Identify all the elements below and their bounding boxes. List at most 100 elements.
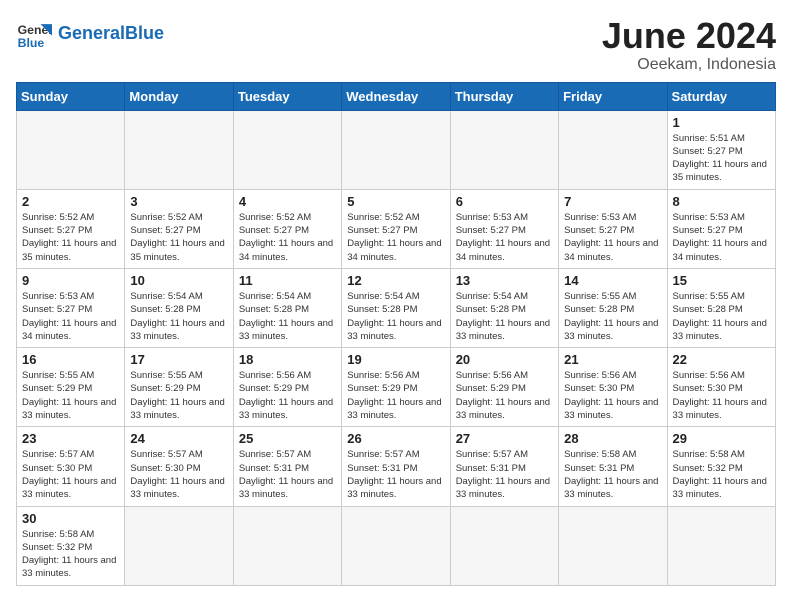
table-row: 17 Sunrise: 5:55 AMSunset: 5:29 PMDaylig…	[125, 348, 233, 427]
table-row: 22 Sunrise: 5:56 AMSunset: 5:30 PMDaylig…	[667, 348, 775, 427]
day-number: 14	[564, 273, 661, 288]
title-area: June 2024 Oeekam, Indonesia	[602, 16, 776, 74]
table-row: 8 Sunrise: 5:53 AMSunset: 5:27 PMDayligh…	[667, 189, 775, 268]
table-row: 23 Sunrise: 5:57 AMSunset: 5:30 PMDaylig…	[17, 427, 125, 506]
table-row: 19 Sunrise: 5:56 AMSunset: 5:29 PMDaylig…	[342, 348, 450, 427]
table-row: 25 Sunrise: 5:57 AMSunset: 5:31 PMDaylig…	[233, 427, 341, 506]
day-info: Sunrise: 5:51 AMSunset: 5:27 PMDaylight:…	[673, 132, 770, 185]
table-row: 18 Sunrise: 5:56 AMSunset: 5:29 PMDaylig…	[233, 348, 341, 427]
day-number: 3	[130, 194, 227, 209]
logo-wordmark: GeneralBlue	[58, 24, 164, 44]
header-monday: Monday	[125, 82, 233, 110]
day-number: 7	[564, 194, 661, 209]
table-row: 14 Sunrise: 5:55 AMSunset: 5:28 PMDaylig…	[559, 268, 667, 347]
table-row: 28 Sunrise: 5:58 AMSunset: 5:31 PMDaylig…	[559, 427, 667, 506]
weekday-header-row: Sunday Monday Tuesday Wednesday Thursday…	[17, 82, 776, 110]
day-number: 26	[347, 431, 444, 446]
table-row: 7 Sunrise: 5:53 AMSunset: 5:27 PMDayligh…	[559, 189, 667, 268]
day-number: 25	[239, 431, 336, 446]
day-number: 28	[564, 431, 661, 446]
day-number: 2	[22, 194, 119, 209]
table-row: 15 Sunrise: 5:55 AMSunset: 5:28 PMDaylig…	[667, 268, 775, 347]
day-info: Sunrise: 5:55 AMSunset: 5:29 PMDaylight:…	[130, 369, 227, 422]
calendar-location: Oeekam, Indonesia	[602, 56, 776, 74]
day-info: Sunrise: 5:57 AMSunset: 5:31 PMDaylight:…	[456, 448, 553, 501]
day-info: Sunrise: 5:56 AMSunset: 5:29 PMDaylight:…	[347, 369, 444, 422]
empty-cell	[125, 110, 233, 189]
day-number: 17	[130, 352, 227, 367]
table-row: 11 Sunrise: 5:54 AMSunset: 5:28 PMDaylig…	[233, 268, 341, 347]
table-row: 26 Sunrise: 5:57 AMSunset: 5:31 PMDaylig…	[342, 427, 450, 506]
day-number: 11	[239, 273, 336, 288]
day-number: 29	[673, 431, 770, 446]
logo-icon: General Blue	[16, 16, 52, 52]
day-number: 16	[22, 352, 119, 367]
day-number: 24	[130, 431, 227, 446]
day-info: Sunrise: 5:57 AMSunset: 5:30 PMDaylight:…	[22, 448, 119, 501]
empty-cell	[450, 110, 558, 189]
table-row: 13 Sunrise: 5:54 AMSunset: 5:28 PMDaylig…	[450, 268, 558, 347]
calendar-table: Sunday Monday Tuesday Wednesday Thursday…	[16, 82, 776, 586]
empty-cell	[342, 110, 450, 189]
day-info: Sunrise: 5:56 AMSunset: 5:30 PMDaylight:…	[673, 369, 770, 422]
day-info: Sunrise: 5:53 AMSunset: 5:27 PMDaylight:…	[673, 211, 770, 264]
table-row: 9 Sunrise: 5:53 AMSunset: 5:27 PMDayligh…	[17, 268, 125, 347]
table-row: 4 Sunrise: 5:52 AMSunset: 5:27 PMDayligh…	[233, 189, 341, 268]
day-info: Sunrise: 5:57 AMSunset: 5:30 PMDaylight:…	[130, 448, 227, 501]
header-sunday: Sunday	[17, 82, 125, 110]
day-info: Sunrise: 5:54 AMSunset: 5:28 PMDaylight:…	[239, 290, 336, 343]
day-info: Sunrise: 5:57 AMSunset: 5:31 PMDaylight:…	[347, 448, 444, 501]
day-info: Sunrise: 5:53 AMSunset: 5:27 PMDaylight:…	[564, 211, 661, 264]
day-info: Sunrise: 5:56 AMSunset: 5:30 PMDaylight:…	[564, 369, 661, 422]
day-number: 15	[673, 273, 770, 288]
day-number: 23	[22, 431, 119, 446]
header-thursday: Thursday	[450, 82, 558, 110]
day-info: Sunrise: 5:53 AMSunset: 5:27 PMDaylight:…	[456, 211, 553, 264]
header-tuesday: Tuesday	[233, 82, 341, 110]
table-row: 30 Sunrise: 5:58 AMSunset: 5:32 PMDaylig…	[17, 506, 125, 585]
calendar-row: 16 Sunrise: 5:55 AMSunset: 5:29 PMDaylig…	[17, 348, 776, 427]
table-row: 5 Sunrise: 5:52 AMSunset: 5:27 PMDayligh…	[342, 189, 450, 268]
header-friday: Friday	[559, 82, 667, 110]
day-info: Sunrise: 5:54 AMSunset: 5:28 PMDaylight:…	[130, 290, 227, 343]
table-row: 6 Sunrise: 5:53 AMSunset: 5:27 PMDayligh…	[450, 189, 558, 268]
header: General Blue GeneralBlue June 2024 Oeeka…	[16, 16, 776, 74]
day-info: Sunrise: 5:58 AMSunset: 5:31 PMDaylight:…	[564, 448, 661, 501]
day-number: 22	[673, 352, 770, 367]
calendar-row: 9 Sunrise: 5:53 AMSunset: 5:27 PMDayligh…	[17, 268, 776, 347]
empty-cell	[667, 506, 775, 585]
calendar-row: 30 Sunrise: 5:58 AMSunset: 5:32 PMDaylig…	[17, 506, 776, 585]
day-info: Sunrise: 5:52 AMSunset: 5:27 PMDaylight:…	[22, 211, 119, 264]
header-wednesday: Wednesday	[342, 82, 450, 110]
table-row: 20 Sunrise: 5:56 AMSunset: 5:29 PMDaylig…	[450, 348, 558, 427]
day-number: 12	[347, 273, 444, 288]
table-row: 12 Sunrise: 5:54 AMSunset: 5:28 PMDaylig…	[342, 268, 450, 347]
day-number: 30	[22, 511, 119, 526]
day-info: Sunrise: 5:54 AMSunset: 5:28 PMDaylight:…	[347, 290, 444, 343]
day-info: Sunrise: 5:55 AMSunset: 5:28 PMDaylight:…	[673, 290, 770, 343]
table-row: 1 Sunrise: 5:51 AMSunset: 5:27 PMDayligh…	[667, 110, 775, 189]
day-number: 5	[347, 194, 444, 209]
empty-cell	[342, 506, 450, 585]
day-info: Sunrise: 5:53 AMSunset: 5:27 PMDaylight:…	[22, 290, 119, 343]
day-info: Sunrise: 5:52 AMSunset: 5:27 PMDaylight:…	[239, 211, 336, 264]
day-number: 9	[22, 273, 119, 288]
calendar-row: 1 Sunrise: 5:51 AMSunset: 5:27 PMDayligh…	[17, 110, 776, 189]
day-info: Sunrise: 5:57 AMSunset: 5:31 PMDaylight:…	[239, 448, 336, 501]
day-info: Sunrise: 5:58 AMSunset: 5:32 PMDaylight:…	[22, 528, 119, 581]
empty-cell	[233, 110, 341, 189]
day-info: Sunrise: 5:55 AMSunset: 5:29 PMDaylight:…	[22, 369, 119, 422]
empty-cell	[233, 506, 341, 585]
calendar-row: 2 Sunrise: 5:52 AMSunset: 5:27 PMDayligh…	[17, 189, 776, 268]
header-saturday: Saturday	[667, 82, 775, 110]
logo-blue: Blue	[125, 23, 164, 43]
day-number: 18	[239, 352, 336, 367]
table-row: 3 Sunrise: 5:52 AMSunset: 5:27 PMDayligh…	[125, 189, 233, 268]
empty-cell	[17, 110, 125, 189]
day-info: Sunrise: 5:56 AMSunset: 5:29 PMDaylight:…	[239, 369, 336, 422]
svg-text:Blue: Blue	[18, 36, 45, 50]
logo-general: General	[58, 23, 125, 43]
day-info: Sunrise: 5:52 AMSunset: 5:27 PMDaylight:…	[347, 211, 444, 264]
table-row: 21 Sunrise: 5:56 AMSunset: 5:30 PMDaylig…	[559, 348, 667, 427]
table-row: 10 Sunrise: 5:54 AMSunset: 5:28 PMDaylig…	[125, 268, 233, 347]
